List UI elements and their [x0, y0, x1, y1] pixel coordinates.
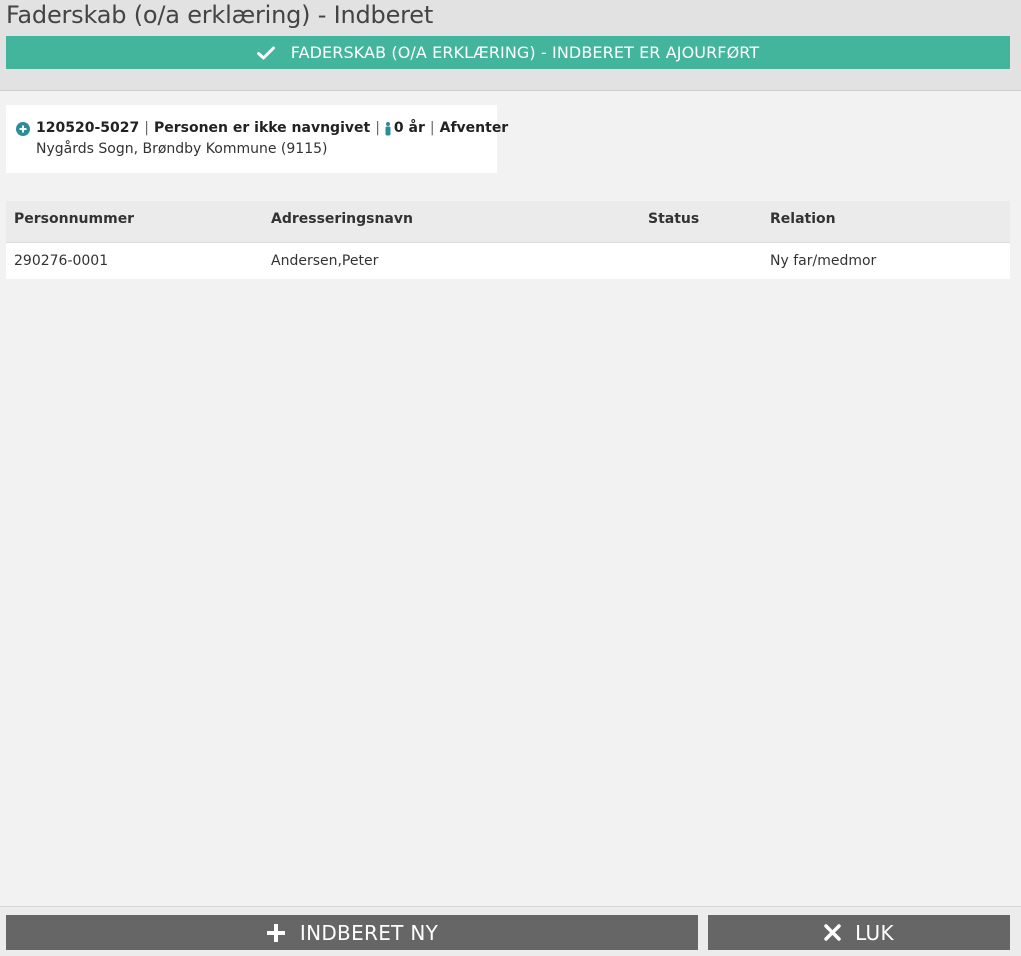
- luk-button[interactable]: LUK: [708, 915, 1010, 950]
- column-header-adresseringsnavn[interactable]: Adresseringsnavn: [271, 211, 413, 227]
- cell-relation: Ny far/medmor: [770, 253, 877, 269]
- page-header: Faderskab (o/a erklæring) - Indberet FAD…: [0, 0, 1021, 91]
- table-header: Personnummer Adresseringsnavn Status Rel…: [6, 201, 1010, 243]
- page-title: Faderskab (o/a erklæring) - Indberet: [6, 1, 434, 29]
- person-age: 0 år: [393, 120, 425, 136]
- person-location: Nygårds Sogn, Brøndby Kommune (9115): [36, 141, 328, 157]
- check-icon: [256, 46, 275, 59]
- separator: |: [144, 120, 149, 136]
- success-banner: FADERSKAB (O/A ERKLÆRING) - INDBERET ER …: [6, 36, 1010, 69]
- relations-table: Personnummer Adresseringsnavn Status Rel…: [6, 201, 1010, 279]
- person-summary: 120520-5027 | Personen er ikke navngivet…: [16, 119, 508, 138]
- close-icon: [824, 924, 841, 941]
- separator: |: [375, 120, 380, 136]
- person-icon: [385, 121, 391, 135]
- cell-personnummer: 290276-0001: [14, 253, 109, 269]
- column-header-personnummer[interactable]: Personnummer: [14, 211, 134, 227]
- person-name: Personen er ikke navngivet: [153, 120, 371, 136]
- footer-bar: INDBERET NY LUK: [0, 906, 1021, 956]
- plus-icon: [266, 923, 285, 942]
- person-card: 120520-5027 | Personen er ikke navngivet…: [6, 105, 508, 173]
- column-header-status[interactable]: Status: [648, 211, 699, 227]
- banner-text: FADERSKAB (O/A ERKLÆRING) - INDBERET ER …: [290, 43, 760, 62]
- separator: |: [429, 120, 435, 136]
- plus-circle-icon[interactable]: [16, 121, 30, 136]
- cell-adresseringsnavn: Andersen,Peter: [271, 253, 379, 269]
- indberet-ny-label: INDBERET NY: [299, 920, 439, 945]
- person-status: Afventer: [439, 120, 509, 136]
- indberet-ny-button[interactable]: INDBERET NY: [6, 915, 698, 950]
- luk-label: LUK: [855, 920, 894, 945]
- person-cpr: 120520-5027: [36, 120, 140, 136]
- table-row[interactable]: 290276-0001 Andersen,Peter Ny far/medmor: [6, 243, 1010, 279]
- column-header-relation[interactable]: Relation: [770, 211, 836, 227]
